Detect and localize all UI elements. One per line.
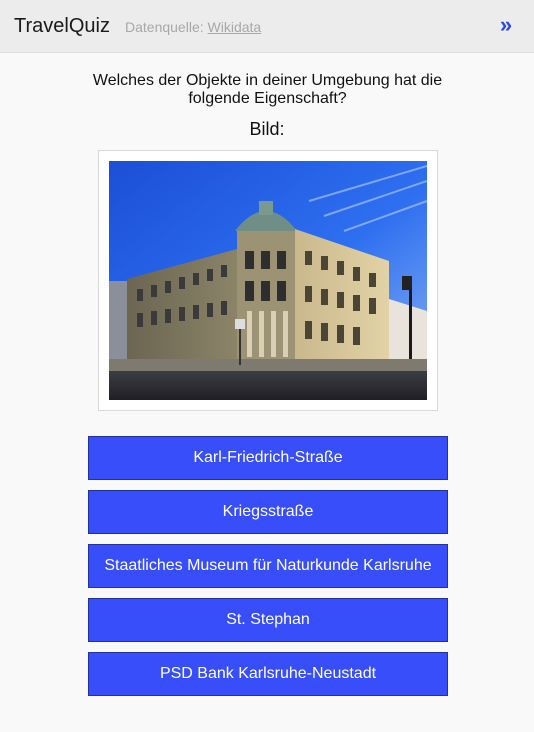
answer-button-4[interactable]: St. Stephan [88,598,448,642]
image-frame [98,150,438,411]
data-source: Datenquelle: Wikidata [125,19,261,35]
app-title: TravelQuiz [14,15,110,37]
answer-button-2[interactable]: Kriegsstraße [88,490,448,534]
wikidata-link[interactable]: Wikidata [208,19,262,35]
building-photo [109,161,427,400]
answer-button-3[interactable]: Staatliches Museum für Naturkunde Karlsr… [88,544,448,588]
answer-button-1[interactable]: Karl-Friedrich-Straße [88,436,448,480]
answer-button-5[interactable]: PSD Bank Karlsruhe-Neustadt [88,652,448,696]
property-label: Bild: [249,119,285,139]
building-image [109,161,427,400]
answer-list: Karl-Friedrich-Straße Kriegsstraße Staat… [88,436,448,706]
question-text: Welches der Objekte in deiner Umgebung h… [92,72,443,107]
double-chevron-right-icon: » [499,12,513,37]
top-bar: TravelQuiz Datenquelle: Wikidata » [0,0,534,53]
data-source-label: Datenquelle: [125,19,204,35]
next-question-button[interactable]: » [496,12,516,38]
